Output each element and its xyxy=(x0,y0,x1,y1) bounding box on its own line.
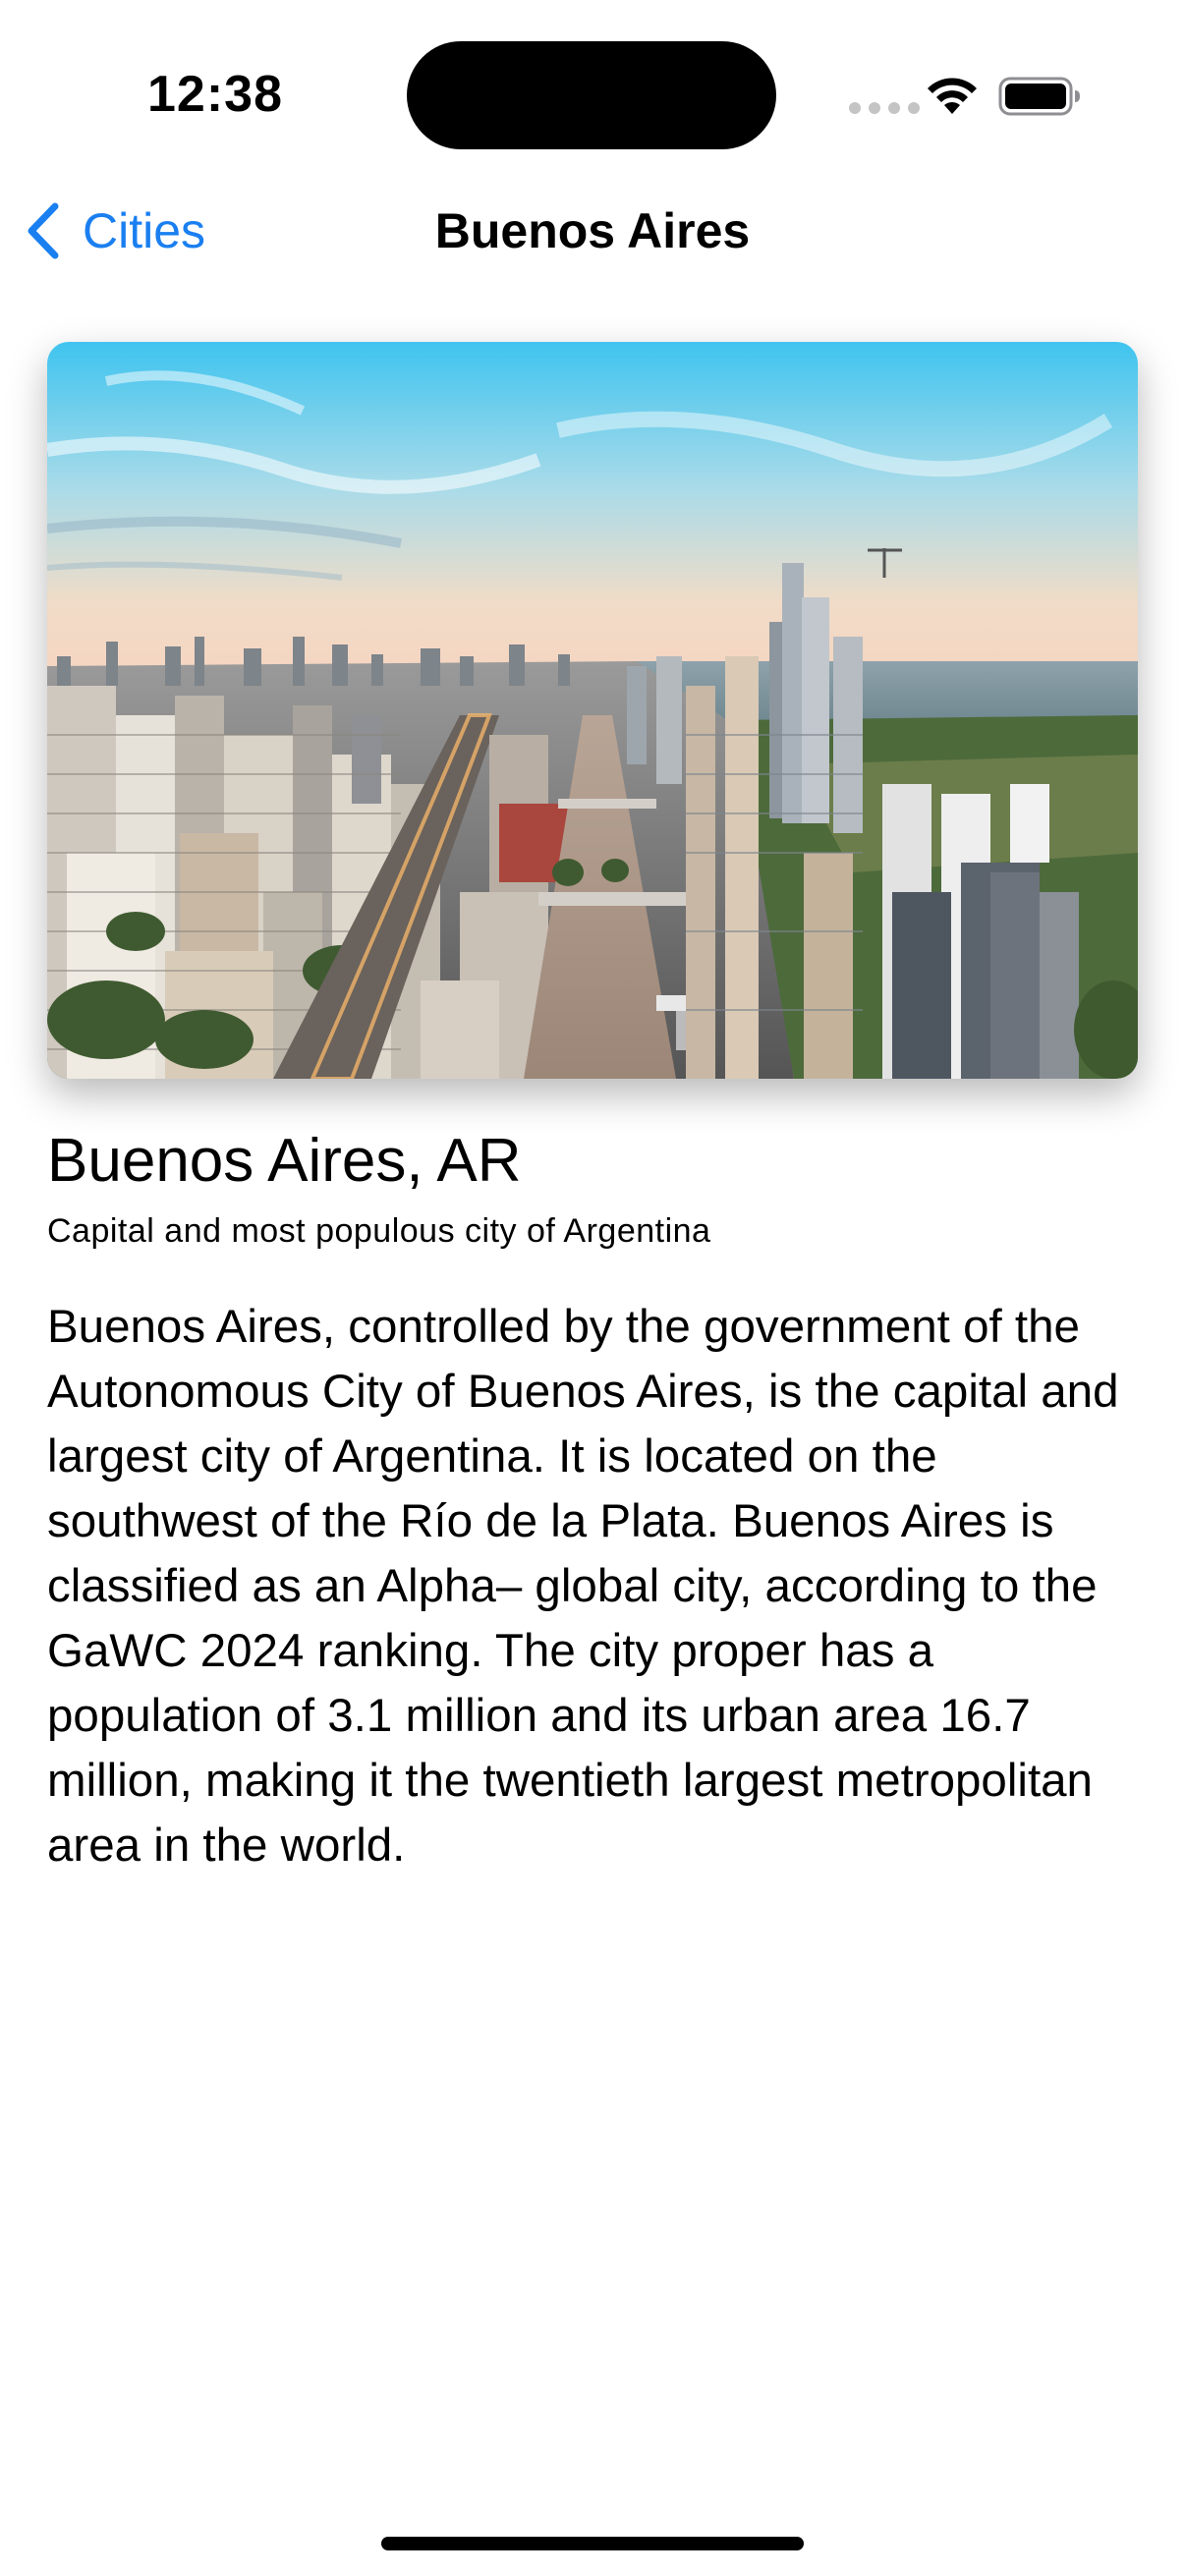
dynamic-island xyxy=(407,41,776,149)
home-indicator[interactable] xyxy=(381,2537,804,2550)
city-photo xyxy=(47,342,1138,1079)
cellular-signal-icon xyxy=(849,102,920,114)
status-bar-time: 12:38 xyxy=(147,66,283,123)
page-title: Buenos Aires xyxy=(434,203,751,258)
city-description: Buenos Aires, controlled by the governme… xyxy=(47,1301,1119,1872)
city-name: Buenos Aires, AR xyxy=(47,1127,522,1195)
wifi-icon xyxy=(928,78,977,114)
city-subtitle: Capital and most populous city of Argent… xyxy=(47,1212,711,1250)
battery-icon xyxy=(998,77,1080,116)
